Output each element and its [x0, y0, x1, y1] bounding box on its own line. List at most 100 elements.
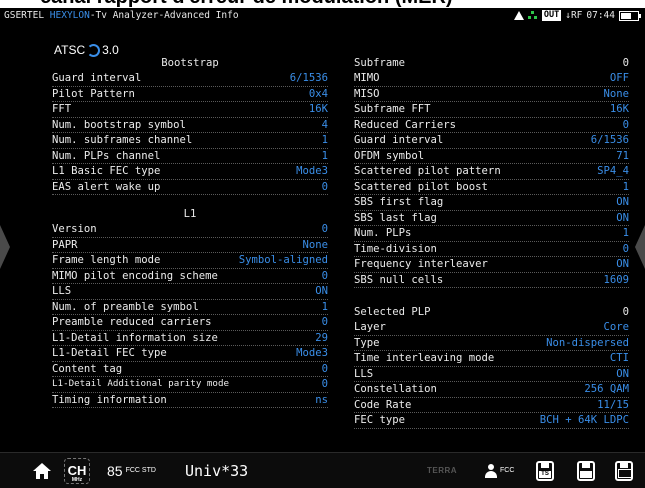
info-row: Pilot Pattern 0x4 [52, 87, 328, 102]
save-all-icon [615, 460, 633, 481]
save-ts-icon: TS [536, 460, 554, 481]
user-icon [485, 463, 497, 478]
channel-button[interactable]: CH MHz [64, 453, 90, 488]
info-row: L1 Basic FEC type Mode3 [52, 164, 328, 180]
save-all-button[interactable] [615, 453, 633, 488]
info-row: Num. of preamble symbol 1 [52, 300, 328, 315]
info-row-value: None [603, 87, 629, 100]
info-row-label: L1-Detail Additional parity mode [52, 378, 230, 389]
info-row-label: FEC type [354, 414, 406, 426]
home-button[interactable] [33, 453, 51, 488]
warning-icon[interactable] [513, 11, 524, 20]
channel-standard: FCC STD [125, 467, 156, 474]
info-row-value: Symbol-aligned [238, 254, 328, 266]
info-row-label: Time interleaving mode [354, 352, 495, 364]
info-row-label: MIMO [354, 72, 380, 84]
program-name[interactable]: Univ*33 [185, 453, 248, 488]
info-row: L1-Detail Additional parity mode 0 [52, 377, 328, 393]
info-row-value: 29 [315, 331, 328, 344]
user-std-label: FCC [500, 467, 515, 474]
info-row-label: Timing information [52, 393, 167, 406]
info-row-label: Frequency interleaver [354, 258, 488, 270]
info-row-value: BCH + 64K LDPC [539, 414, 629, 426]
info-row: L1-Detail information size 29 [52, 331, 328, 346]
info-row-label: MISO [354, 87, 380, 100]
info-row: Num. subframes channel 1 [52, 133, 328, 149]
info-row-value: 6/1536 [289, 72, 328, 84]
info-row-label: Time-division [354, 242, 437, 255]
info-row-label: Num. subframes channel [52, 134, 193, 146]
prev-page-arrow[interactable] [0, 225, 10, 269]
selected-plp-title: Selected PLP [354, 306, 431, 318]
info-row-label: EAS alert wake up [52, 180, 161, 193]
user-std-button[interactable]: FCC [485, 453, 514, 488]
channel-info[interactable]: 85 FCC STD [107, 453, 160, 488]
subframe-header: Subframe 0 [354, 56, 629, 71]
screen-title: -Tv Analyzer-Advanced Info [89, 10, 239, 21]
info-row-value: Core [603, 321, 629, 333]
info-row-value: 0 [622, 242, 629, 255]
info-row-value: 1609 [603, 273, 629, 286]
info-row-label: Version [52, 223, 97, 235]
info-row-value: 1 [321, 149, 328, 162]
info-row-label: SBS null cells [354, 273, 444, 286]
info-row-label: MIMO pilot encoding scheme [52, 269, 218, 282]
info-row: LLS ON [354, 367, 629, 382]
info-row: EAS alert wake up 0 [52, 180, 328, 195]
info-row-label: Num. PLPs channel [52, 149, 161, 162]
info-row: MIMO OFF [354, 71, 629, 87]
info-row-label: Subframe FFT [354, 103, 431, 115]
info-row: FEC type BCH + 64K LDPC [354, 413, 629, 429]
bootstrap-panel: Bootstrap Guard interval 6/1536 Pilot Patt… [52, 56, 328, 408]
info-row-label: L1-Detail information size [52, 331, 218, 344]
info-row-label: Num. bootstrap symbol [52, 118, 186, 131]
info-row-value: 0 [321, 269, 328, 282]
cropped-caption-banner: canal rapport d'erreur de modulation (ME… [0, 0, 645, 8]
channel-icon-unit: MHz [71, 476, 83, 483]
info-row-value: 71 [616, 149, 629, 162]
rf-indicator: ↓RF [565, 10, 583, 21]
info-row-value: ns [315, 393, 328, 406]
info-row-label: PAPR [52, 238, 78, 251]
info-row-value: 4 [321, 118, 328, 131]
selected-plp-header: Selected PLP 0 [354, 305, 629, 320]
save-ts-label: TS [539, 470, 551, 478]
info-row-value: ON [616, 196, 629, 208]
info-row-value: ON [616, 367, 629, 380]
atsc-logo-version: 3.0 [102, 43, 119, 57]
info-row-label: Num. PLPs [354, 227, 412, 239]
info-row-value: 0 [321, 316, 328, 328]
info-row: Frequency interleaver ON [354, 257, 629, 273]
info-row: Scattered pilot boost 1 [354, 180, 629, 195]
info-row-label: SBS first flag [354, 196, 444, 208]
info-row: Reduced Carriers 0 [354, 118, 629, 133]
info-row-label: FFT [52, 103, 72, 115]
clock: 07:44 [586, 10, 615, 21]
info-row-label: Scattered pilot pattern [354, 165, 501, 177]
info-row-value: ON [616, 211, 629, 224]
caption-text: canal rapport d'erreur de modulation (ME… [40, 0, 453, 8]
brand-name: HEXYLON [49, 10, 90, 21]
info-row: Num. PLPs channel 1 [52, 149, 328, 164]
atsc-logo-text: ATSC [54, 43, 86, 57]
save-ts-button[interactable]: TS [536, 453, 554, 488]
app-title: GSERTEL HEXYLON-Tv Analyzer-Advanced Inf… [4, 8, 239, 23]
info-row: Layer Core [354, 320, 629, 336]
save-button[interactable] [577, 453, 595, 488]
atsc-logo: ATSC 3.0 [54, 43, 119, 57]
battery-icon [619, 10, 641, 21]
info-row-label: Preamble reduced carriers [52, 316, 212, 328]
info-row: L1-Detail FEC type Mode3 [52, 346, 328, 362]
l1-title: L1 [183, 208, 197, 220]
info-row-value: Mode3 [296, 165, 328, 177]
info-row-value: 16K [308, 103, 328, 115]
next-page-arrow[interactable] [635, 225, 645, 269]
info-row-value: 1 [321, 300, 328, 313]
info-row-label: Reduced Carriers [354, 118, 457, 131]
out-badge[interactable]: OUT [541, 10, 562, 21]
terra-icon: TERRA [427, 466, 458, 475]
info-row-value: 1 [321, 134, 328, 146]
terra-logo: TERRA [427, 453, 457, 488]
channel-icon: CH MHz [64, 457, 90, 484]
info-row-value: 0 [321, 362, 328, 375]
